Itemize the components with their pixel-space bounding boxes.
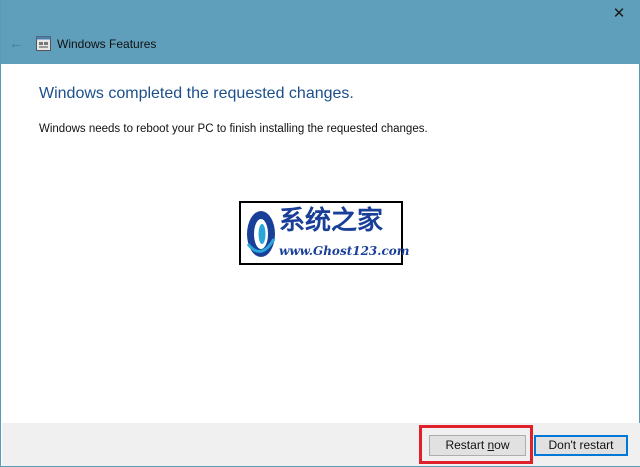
completion-heading: Windows completed the requested changes.	[39, 85, 354, 102]
back-button[interactable]: ←	[7, 34, 25, 52]
dont-restart-button[interactable]: Don't restart	[534, 435, 628, 456]
watermark-emblem-icon	[246, 211, 276, 257]
watermark-logo: 系统之家 www.Ghost123.com	[239, 201, 409, 265]
close-icon: ✕	[612, 5, 626, 22]
back-arrow-icon: ←	[9, 35, 23, 51]
restart-now-button[interactable]: Restart now	[429, 435, 526, 456]
windows-features-dialog: ✕ ← Windows Features Windows completed t…	[0, 0, 640, 467]
reboot-message: Windows needs to reboot your PC to finis…	[39, 123, 428, 135]
close-button[interactable]: ✕	[609, 4, 629, 24]
windows-features-icon	[36, 36, 51, 51]
restart-label-suffix: ow	[494, 438, 510, 452]
restart-label-prefix: Restart	[445, 438, 488, 452]
title-bar: ✕ ← Windows Features	[1, 0, 640, 64]
watermark-title: 系统之家	[279, 206, 384, 236]
window-title: Windows Features	[57, 37, 157, 51]
watermark-url: www.Ghost123.com	[279, 244, 410, 258]
